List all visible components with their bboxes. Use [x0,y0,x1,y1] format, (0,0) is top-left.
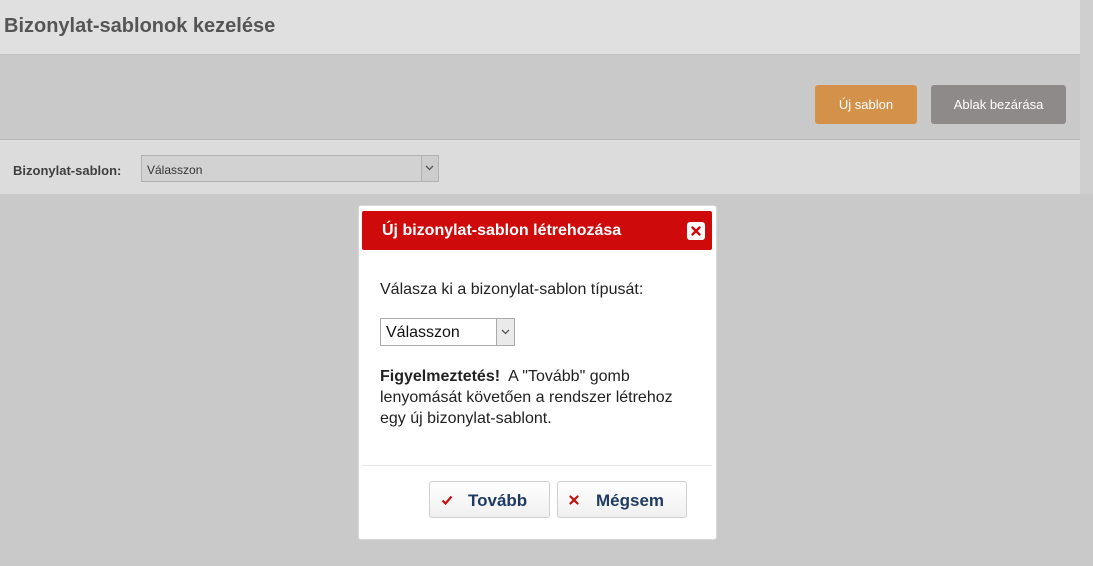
cancel-button-label: Mégsem [596,491,665,510]
new-template-dialog: Új bizonylat-sablon létrehozása Válasza … [358,205,717,540]
page-title: Bizonylat-sablonok kezelése [4,15,276,37]
chevron-down-icon[interactable] [496,319,514,345]
check-icon [441,495,453,505]
template-type-select-value: Válasszon [386,324,460,341]
dialog-title: Új bizonylat-sablon létrehozása [382,222,622,239]
filter-row: Bizonylat-sablon: Válasszon [0,140,1080,194]
close-icon [691,226,701,236]
x-icon [569,495,579,505]
dialog-titlebar: Új bizonylat-sablon létrehozása [362,211,712,250]
template-type-select[interactable]: Válasszon [380,318,515,346]
warning-heading: Figyelmeztetés! [380,368,501,385]
new-template-button[interactable]: Új sablon [815,85,917,124]
page-scrollbar-strip [1080,0,1093,194]
close-window-button[interactable]: Ablak bezárása [931,85,1066,124]
next-button[interactable]: Tovább [429,481,550,518]
template-select-value: Válasszon [147,163,203,177]
toolbar: Új sablon Ablak bezárása [0,70,1080,140]
template-select-label: Bizonylat-sablon: [13,163,122,178]
dialog-prompt: Válasza ki a bizonylat-sablon típusát: [380,281,644,298]
page-header: Bizonylat-sablonok kezelése [0,0,1080,55]
next-button-label: Tovább [468,491,528,510]
dialog-divider [362,465,712,466]
dialog-close-button[interactable] [687,222,705,240]
template-select[interactable]: Válasszon [141,155,439,182]
chevron-down-icon[interactable] [421,156,438,181]
cancel-button[interactable]: Mégsem [557,481,687,518]
dialog-warning: Figyelmeztetés! A "Tovább" gomb lenyomás… [380,366,680,429]
